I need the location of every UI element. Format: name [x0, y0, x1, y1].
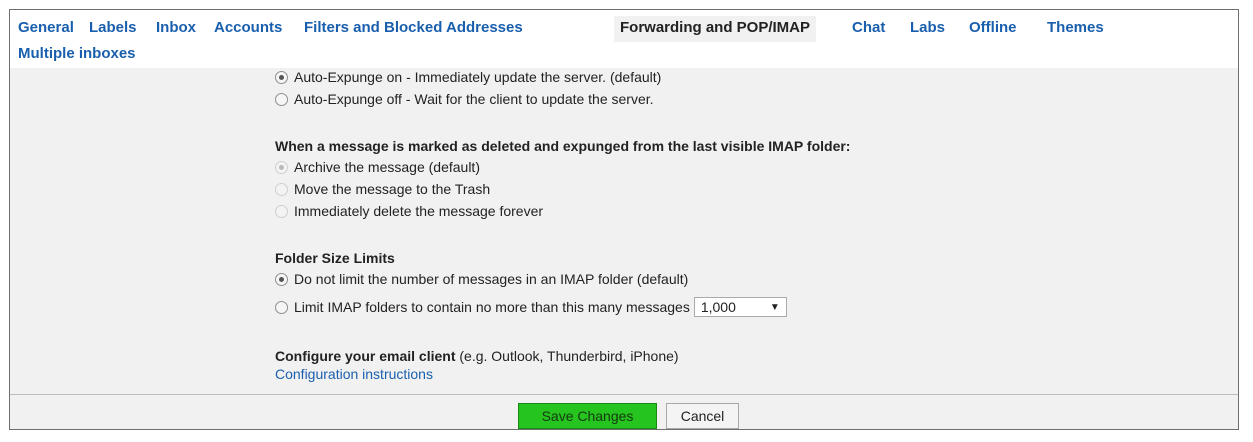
tab-multiple-inboxes[interactable]: Multiple inboxes — [14, 44, 140, 64]
tab-themes[interactable]: Themes — [1043, 18, 1108, 38]
message-limit-select[interactable]: 1,000 ▼ — [693, 297, 787, 317]
tab-accounts[interactable]: Accounts — [210, 18, 286, 38]
save-changes-button[interactable]: Save Changes — [518, 403, 657, 429]
tab-offline[interactable]: Offline — [965, 18, 1021, 38]
email-client-heading: Configure your email client — [275, 348, 456, 364]
move-to-trash-option: Move the message to the Trash — [275, 178, 490, 200]
folder-size-heading: Folder Size Limits — [275, 250, 395, 266]
deleted-message-heading: When a message is marked as deleted and … — [275, 138, 851, 154]
radio-icon[interactable] — [275, 92, 288, 106]
option-label: Archive the message (default) — [294, 159, 480, 175]
tab-general[interactable]: General — [14, 18, 78, 38]
option-label: Do not limit the number of messages in a… — [294, 271, 689, 287]
no-limit-option[interactable]: Do not limit the number of messages in a… — [275, 268, 688, 290]
radio-icon[interactable] — [275, 300, 288, 314]
auto-expunge-off-option[interactable]: Auto-Expunge off - Wait for the client t… — [275, 88, 654, 110]
tab-inbox[interactable]: Inbox — [152, 18, 200, 38]
email-client-line: Configure your email client (e.g. Outloo… — [275, 348, 679, 364]
radio-icon — [275, 160, 288, 174]
option-label: Auto-Expunge off - Wait for the client t… — [294, 91, 654, 107]
tab-chat[interactable]: Chat — [848, 18, 889, 38]
radio-icon[interactable] — [275, 272, 288, 286]
settings-tab-bar: General Labels Inbox Accounts Filters an… — [10, 10, 1238, 68]
auto-expunge-on-option[interactable]: Auto-Expunge on - Immediately update the… — [275, 66, 661, 88]
delete-forever-option: Immediately delete the message forever — [275, 200, 543, 222]
option-label: Limit IMAP folders to contain no more th… — [294, 299, 690, 315]
settings-panel: General Labels Inbox Accounts Filters an… — [9, 9, 1239, 430]
radio-icon[interactable] — [275, 70, 288, 84]
radio-icon — [275, 182, 288, 196]
tab-labels[interactable]: Labels — [85, 18, 141, 38]
configuration-instructions-link[interactable]: Configuration instructions — [275, 366, 433, 382]
option-label: Immediately delete the message forever — [294, 203, 544, 219]
tab-filters[interactable]: Filters and Blocked Addresses — [300, 18, 527, 38]
cancel-button[interactable]: Cancel — [666, 403, 739, 429]
tab-labs[interactable]: Labs — [906, 18, 949, 38]
select-value: 1,000 — [700, 299, 736, 315]
radio-icon — [275, 204, 288, 218]
limit-folders-option[interactable]: Limit IMAP folders to contain no more th… — [275, 296, 787, 318]
archive-message-option: Archive the message (default) — [275, 156, 480, 178]
footer-divider — [10, 394, 1238, 395]
email-client-note: (e.g. Outlook, Thunderbird, iPhone) — [455, 348, 679, 364]
tab-forwarding-pop-imap[interactable]: Forwarding and POP/IMAP — [614, 16, 817, 42]
option-label: Auto-Expunge on - Immediately update the… — [294, 69, 662, 85]
dropdown-arrow-icon: ▼ — [769, 301, 780, 313]
option-label: Move the message to the Trash — [294, 181, 491, 197]
